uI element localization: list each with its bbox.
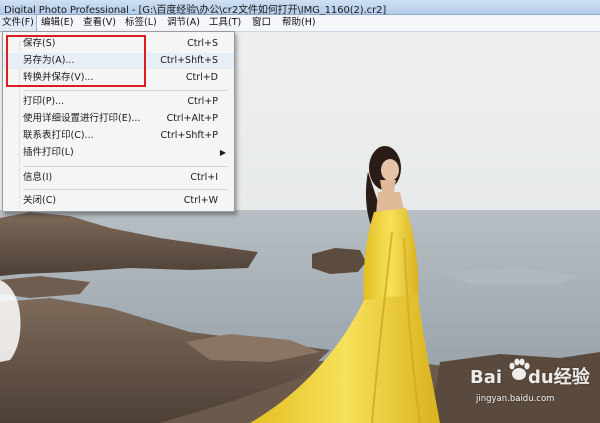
menu-item-shortcut: Ctrl+I bbox=[190, 172, 218, 183]
menu-label[interactable]: 标签(L) bbox=[123, 15, 159, 31]
menu-item-shortcut: Ctrl+D bbox=[185, 72, 218, 83]
menu-bar: 文件(F) 编辑(E) 查看(V) 标签(L) 调节(A) 工具(T) 窗口 帮… bbox=[0, 14, 600, 32]
menu-item-plugin-print[interactable]: 插件打印(L) ▶ bbox=[3, 145, 234, 161]
menu-item-shortcut: Ctrl+Shft+P bbox=[160, 130, 218, 141]
menu-item-info[interactable]: 信息(I) Ctrl+I bbox=[3, 170, 234, 186]
menu-item-shortcut: Ctrl+W bbox=[183, 195, 218, 206]
menu-item-label: 关闭(C) bbox=[23, 195, 57, 206]
menu-item-label: 插件打印(L) bbox=[23, 147, 74, 158]
title-bar[interactable]: Digital Photo Professional - [G:\百度经验\办公… bbox=[0, 0, 600, 16]
menu-item-label: 使用详细设置进行打印(E)... bbox=[23, 113, 141, 124]
menu-item-label: 打印(P)... bbox=[23, 96, 65, 107]
menu-item-print-detailed[interactable]: 使用详细设置进行打印(E)... Ctrl+Alt+P bbox=[3, 111, 234, 127]
menu-item-label: 信息(I) bbox=[23, 172, 53, 183]
menu-item-shortcut: Ctrl+S bbox=[187, 38, 218, 49]
menu-item-print[interactable]: 打印(P)... Ctrl+P bbox=[3, 94, 234, 110]
menu-item-shortcut: Ctrl+Shft+S bbox=[160, 55, 218, 66]
watermark-url: jingyan.baidu.com bbox=[476, 394, 555, 404]
menu-view[interactable]: 查看(V) bbox=[81, 15, 118, 31]
menu-item-shortcut: Ctrl+P bbox=[187, 96, 218, 107]
highlight-annotation-box bbox=[6, 35, 146, 87]
watermark-brand-left: Bai bbox=[470, 367, 503, 388]
app-window: Digital Photo Professional - [G:\百度经验\办公… bbox=[0, 0, 600, 423]
menu-tools[interactable]: 工具(T) bbox=[207, 15, 243, 31]
menu-edit[interactable]: 编辑(E) bbox=[39, 15, 75, 31]
menu-item-shortcut: Ctrl+Alt+P bbox=[166, 113, 218, 124]
menu-item-close[interactable]: 关闭(C) Ctrl+W bbox=[3, 193, 234, 209]
menu-separator bbox=[23, 90, 228, 91]
menu-file[interactable]: 文件(F) bbox=[0, 14, 37, 32]
menu-separator bbox=[23, 166, 228, 167]
watermark-brand-right: 经验 bbox=[553, 367, 590, 388]
menu-window[interactable]: 窗口 bbox=[250, 15, 273, 31]
menu-separator bbox=[23, 189, 228, 190]
menu-item-label: 联系表打印(C)... bbox=[23, 130, 94, 141]
menu-adjust[interactable]: 调节(A) bbox=[165, 15, 202, 31]
submenu-arrow-icon: ▶ bbox=[219, 148, 226, 157]
menu-item-contact-sheet[interactable]: 联系表打印(C)... Ctrl+Shft+P bbox=[3, 128, 234, 144]
watermark: Bai du经验 jingyan.baidu.com bbox=[470, 355, 598, 415]
window-title: Digital Photo Professional - [G:\百度经验\办公… bbox=[4, 5, 387, 16]
menu-help[interactable]: 帮助(H) bbox=[280, 15, 318, 31]
paw-logo-icon bbox=[509, 358, 530, 380]
